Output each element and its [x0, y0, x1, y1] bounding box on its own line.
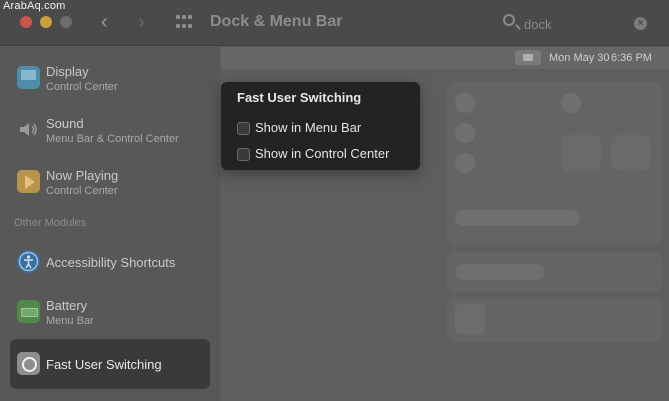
popover-title: Fast User Switching	[237, 90, 362, 105]
forward-arrow-icon[interactable]: ›	[138, 11, 145, 34]
sidebar-item-accessibility-shortcuts[interactable]: Accessibility Shortcuts	[10, 237, 210, 287]
search-icon	[503, 14, 515, 26]
option-label: Show in Menu Bar	[255, 120, 362, 135]
placeholder-dot	[455, 123, 475, 143]
fast-user-switching-popover: Fast User Switching Show in Menu Bar Sho…	[221, 82, 420, 170]
show-in-menu-bar-checkbox[interactable]	[237, 122, 250, 135]
sidebar-item-fast-user-switching[interactable]: Fast User Switching	[10, 339, 210, 389]
menu-bar-extra-icon	[515, 50, 541, 65]
placeholder-dot	[455, 93, 475, 113]
sidebar-item-sublabel: Menu Bar	[46, 315, 94, 327]
placeholder-slider	[455, 210, 580, 226]
speaker-icon	[17, 118, 40, 141]
clear-search-icon[interactable]: ×	[634, 17, 647, 30]
title-bar: ‹ › Dock & Menu Bar ×	[0, 0, 669, 46]
placeholder-artwork	[455, 304, 485, 334]
sidebar-item-label: Fast User Switching	[46, 357, 162, 372]
show-in-menu-bar-option[interactable]: Show in Menu Bar	[237, 120, 412, 138]
sidebar-item-battery[interactable]: Battery Menu Bar	[10, 287, 210, 337]
sidebar: Display Control Center Sound Menu Bar & …	[0, 47, 220, 401]
search-input[interactable]	[524, 15, 624, 33]
sidebar-item-label: Now Playing	[46, 168, 119, 183]
close-window-button[interactable]	[20, 16, 32, 28]
menu-bar-time: 6:36 PM	[611, 52, 652, 64]
menu-bar-date: Mon May 30	[549, 52, 610, 64]
sidebar-item-sublabel: Menu Bar & Control Center	[46, 133, 179, 145]
maximize-window-button[interactable]	[60, 16, 72, 28]
option-label: Show in Control Center	[255, 146, 390, 161]
search-field[interactable]: ×	[500, 12, 655, 36]
show-in-control-center-option[interactable]: Show in Control Center	[237, 146, 412, 164]
sidebar-item-label: Battery	[46, 298, 88, 313]
sidebar-item-sound[interactable]: Sound Menu Bar & Control Center	[10, 105, 210, 155]
sidebar-item-sublabel: Control Center	[46, 185, 118, 197]
sidebar-item-label: Display	[46, 64, 89, 79]
show-in-control-center-checkbox[interactable]	[237, 148, 250, 161]
battery-icon	[17, 300, 40, 323]
placeholder-tile	[561, 135, 601, 171]
placeholder-dot	[455, 153, 475, 173]
menu-bar-preview: Mon May 30 6:36 PM	[221, 47, 669, 69]
user-icon	[17, 352, 40, 375]
back-arrow-icon[interactable]: ‹	[101, 11, 108, 34]
sidebar-item-now-playing[interactable]: Now Playing Control Center	[10, 157, 210, 207]
play-icon	[17, 170, 40, 193]
window-title: Dock & Menu Bar	[210, 13, 343, 30]
section-header-other-modules: Other Modules	[14, 217, 87, 229]
display-icon	[17, 66, 40, 89]
sidebar-item-sublabel: Control Center	[46, 81, 118, 93]
accessibility-icon	[17, 250, 40, 273]
sidebar-item-label: Sound	[46, 116, 84, 131]
minimize-window-button[interactable]	[40, 16, 52, 28]
placeholder-tile	[611, 135, 651, 171]
sidebar-item-display[interactable]: Display Control Center	[10, 53, 210, 103]
watermark-text: ArabAq.com	[3, 0, 66, 12]
placeholder-dot	[561, 93, 581, 113]
placeholder-slider	[455, 264, 545, 280]
sidebar-item-label: Accessibility Shortcuts	[46, 255, 176, 270]
show-all-grid-icon[interactable]	[176, 15, 194, 31]
